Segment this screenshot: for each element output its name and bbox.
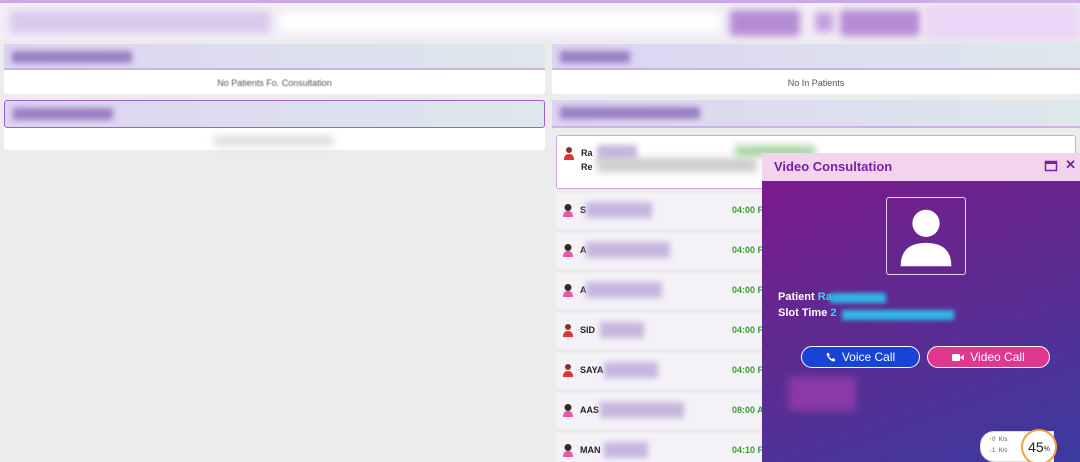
header-button-blurred-2[interactable] <box>840 10 920 36</box>
network-speed-widget: ↑0 K/s ↓1 K/s 45% <box>980 429 1057 462</box>
queue-item-time: 04:00 F <box>732 285 764 295</box>
queue-item-name-blurred <box>586 282 662 298</box>
patient-row: Patient Ra <box>778 291 832 303</box>
video-consultation-body: Patient Ra Slot Time 2 Voice Call Video … <box>762 181 1080 462</box>
patient-avatar-icon <box>886 197 966 275</box>
queue-item-time: 04:10 F <box>732 445 764 455</box>
secondary-panel-title-blurred <box>13 108 113 120</box>
male-patient-icon <box>563 324 573 337</box>
header-profile-blurred[interactable] <box>925 5 1080 41</box>
patient-value-blurred <box>830 293 886 303</box>
slot-time-value-blurred <box>842 310 954 320</box>
female-patient-icon <box>563 404 573 417</box>
video-call-button[interactable]: Video Call <box>927 346 1050 368</box>
phone-icon <box>826 352 836 362</box>
secondary-panel-header[interactable] <box>4 100 545 128</box>
consultation-panel-title-blurred <box>12 51 132 63</box>
queue-item-name: Ra <box>581 148 593 158</box>
female-patient-icon <box>563 204 573 217</box>
header-button-blurred[interactable] <box>730 10 800 36</box>
queue-item-details-blurred <box>597 158 757 172</box>
consultation-panel: No Patients Fo. Consultation <box>4 44 545 94</box>
header-field-blurred <box>280 13 720 31</box>
queue-item-name: MAN <box>580 445 601 455</box>
header-icon-blurred[interactable] <box>815 12 833 32</box>
queue-item-name-blurred <box>600 322 644 338</box>
queue-item-time: 04:00 F <box>732 245 764 255</box>
queue-item-name-blurred <box>586 242 670 258</box>
app-title-blurred <box>10 11 270 33</box>
video-consultation-header[interactable]: Video Consultation ✕ <box>762 153 1080 181</box>
download-speed: ↓1 K/s <box>989 448 1008 454</box>
male-patient-icon <box>563 364 573 377</box>
queue-item-time: 04:00 F <box>732 325 764 335</box>
no-patients-text: No Patients Fo. Consultation <box>217 78 332 88</box>
queue-item-name-blurred <box>604 442 648 458</box>
queue-item-time: 04:00 F <box>732 365 764 375</box>
queue-title-blurred <box>560 107 700 119</box>
video-consultation-dialog: Video Consultation ✕ Patient Ra Slot Tim… <box>762 153 1080 462</box>
slot-time-value: 2 <box>830 307 837 319</box>
video-camera-icon <box>952 353 965 361</box>
queue-item-name-blurred <box>586 202 652 218</box>
slot-time-row: Slot Time 2 <box>778 307 837 319</box>
patient-label: Patient <box>778 291 815 303</box>
memory-usage-value: 45 <box>1028 439 1044 455</box>
queue-item-name-blurred <box>600 402 684 418</box>
memory-usage-unit: % <box>1043 445 1050 453</box>
female-patient-icon <box>563 444 573 457</box>
secondary-panel <box>4 100 545 150</box>
memory-usage-indicator[interactable]: 45% <box>1021 429 1057 462</box>
in-patients-panel-header <box>552 44 1080 70</box>
queue-item-sub: Re <box>581 162 593 172</box>
video-preview-blurred <box>788 377 856 411</box>
top-bar <box>0 0 1080 41</box>
queue-item-name-blurred <box>604 362 658 378</box>
female-patient-icon <box>563 244 573 257</box>
in-patients-panel-title-blurred <box>560 51 630 63</box>
close-icon[interactable]: ✕ <box>1065 157 1076 173</box>
queue-item-time: 04:00 F <box>732 205 764 215</box>
queue-item-name: AAS <box>580 405 600 415</box>
consultation-panel-header <box>4 44 545 70</box>
queue-item-time: 08:00 A <box>732 405 764 415</box>
slot-time-label: Slot Time <box>778 307 828 319</box>
voice-call-button[interactable]: Voice Call <box>801 346 920 368</box>
queue-item-name: SID <box>580 325 596 335</box>
female-patient-icon <box>563 284 573 297</box>
maximize-icon[interactable] <box>1044 159 1058 173</box>
secondary-panel-content-blurred <box>214 136 334 146</box>
in-patients-panel: No In Patients <box>552 44 1080 94</box>
queue-item-name: SAYA <box>580 365 604 375</box>
voice-call-label: Voice Call <box>841 350 896 364</box>
video-consultation-title: Video Consultation <box>774 159 893 174</box>
male-patient-icon <box>564 147 574 160</box>
queue-header <box>552 100 1080 128</box>
no-in-patients-text: No In Patients <box>787 78 845 88</box>
upload-speed: ↑0 K/s <box>989 437 1008 443</box>
video-call-label: Video Call <box>970 350 1025 364</box>
